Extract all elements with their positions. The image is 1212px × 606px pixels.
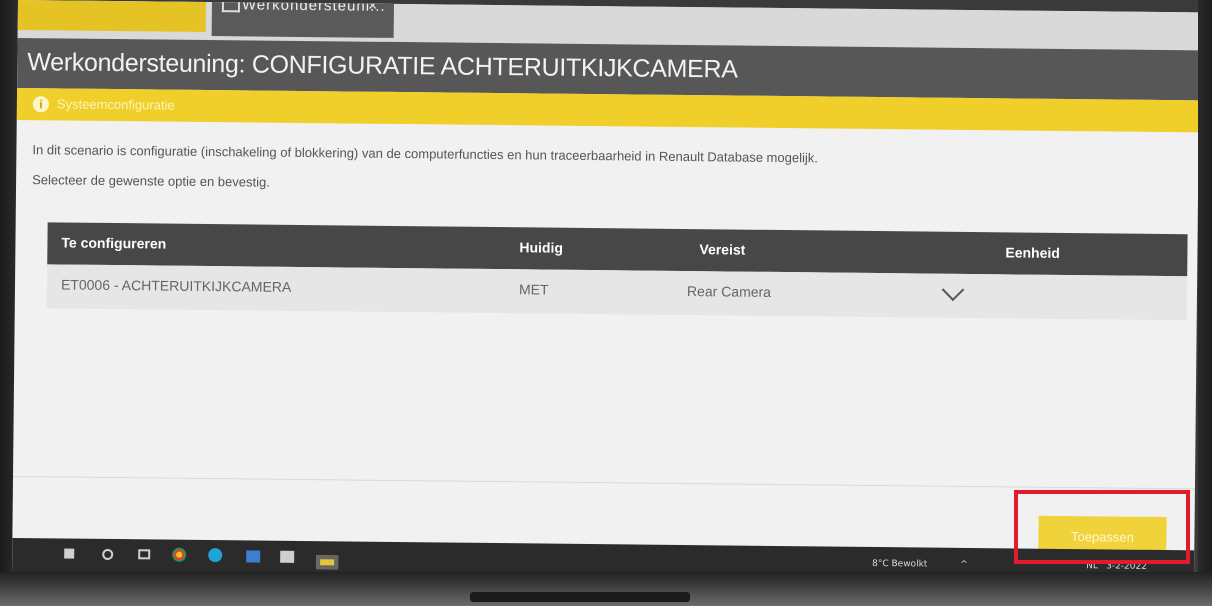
tab-active[interactable] — [17, 0, 206, 32]
required-select-value[interactable]: Rear Camera — [687, 283, 771, 300]
info-icon: i — [32, 96, 49, 113]
app-icon[interactable] — [316, 555, 339, 570]
close-icon[interactable]: × — [368, 0, 378, 16]
tab-label: Werkondersteuni... — [241, 0, 386, 15]
monitor-stand-notch — [470, 592, 690, 602]
tab-work-support[interactable]: Werkondersteuni... × — [211, 0, 394, 38]
column-header-unit: Eenheid — [1005, 244, 1060, 261]
search-icon[interactable] — [102, 548, 114, 561]
edge-icon[interactable] — [208, 548, 223, 563]
description-text: In dit scenario is configuratie (inschak… — [32, 142, 818, 166]
monitor-bezel-bottom — [0, 572, 1212, 606]
instruction-text: Selecteer de gewenste optie en bevestig. — [32, 172, 270, 190]
divider — [13, 475, 1195, 490]
configuration-table: Te configureren Huidig Vereist Eenheid E… — [46, 222, 1188, 321]
task-view-icon[interactable] — [138, 549, 151, 560]
weather-status[interactable]: 8°C Bewolkt — [872, 559, 927, 570]
monitor-bezel-right — [1198, 0, 1212, 606]
chevron-down-icon[interactable] — [941, 278, 965, 302]
red-highlight-annotation — [1014, 490, 1190, 564]
banner-label: Systeemconfiguratie — [56, 96, 175, 113]
mail-icon[interactable] — [246, 550, 261, 563]
column-header-item: Te configureren — [61, 234, 167, 252]
document-icon — [221, 0, 241, 13]
column-header-required: Vereist — [699, 241, 746, 258]
cell-current: MET — [518, 281, 549, 298]
tray-chevron-icon[interactable]: ^ — [960, 560, 968, 570]
page-title: Werkondersteuning: CONFIGURATIE ACHTERUI… — [27, 48, 738, 84]
windows-start-icon[interactable] — [64, 548, 75, 559]
chrome-icon[interactable] — [172, 547, 187, 562]
column-header-current: Huidig — [519, 239, 564, 256]
cell-item: ET0006 - ACHTERUITKIJKCAMERA — [60, 276, 292, 295]
file-explorer-icon[interactable] — [280, 550, 295, 563]
